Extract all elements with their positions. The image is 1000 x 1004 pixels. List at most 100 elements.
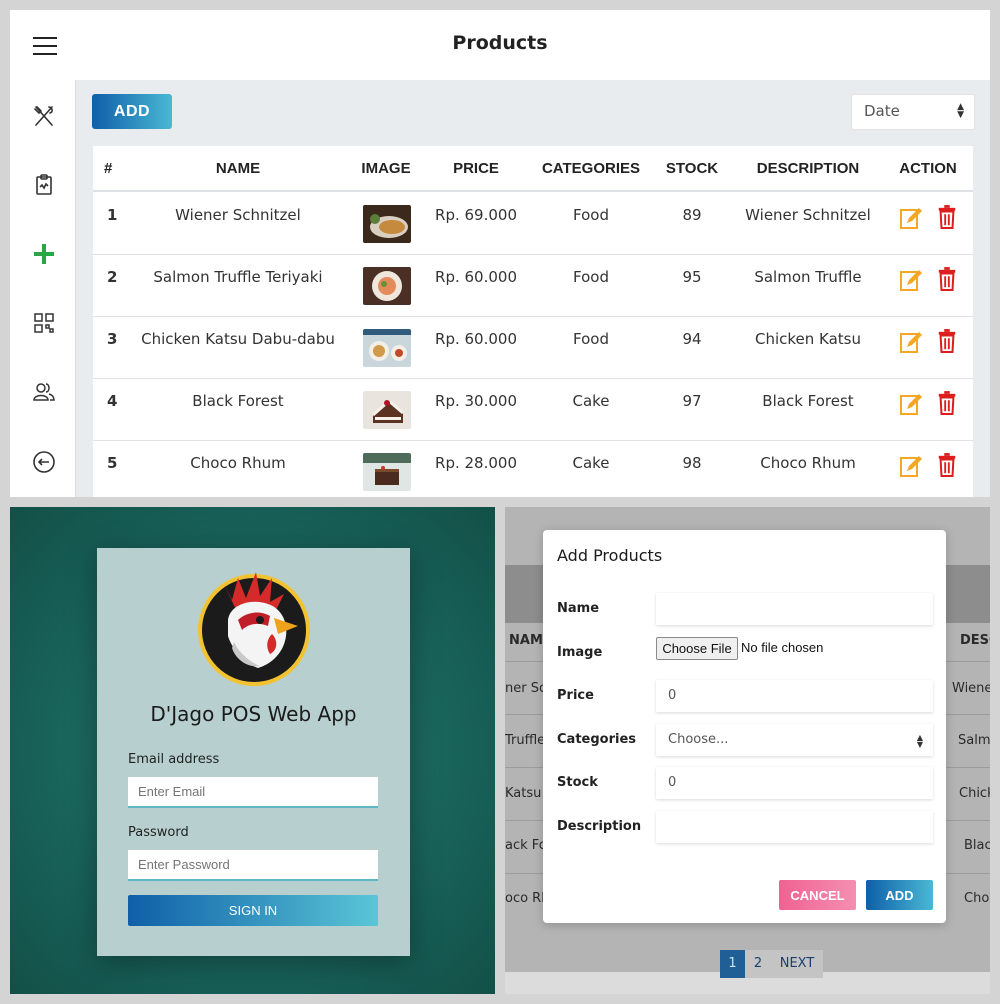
table-row: 3 Chicken Katsu Dabu-dabu Rp. 60.000 Foo… [93,317,973,379]
backdrop-cell: Wiene [952,681,990,696]
email-label: Email address [128,752,220,767]
logout-icon[interactable] [31,449,57,475]
row-number: 5 [107,454,118,472]
login-card: D'Jago POS Web App Email address Passwor… [97,548,410,956]
row-number: 4 [107,392,118,410]
edit-icon[interactable] [899,267,923,293]
sidebar [10,80,76,497]
delete-icon[interactable] [936,453,960,479]
email-field[interactable] [128,777,378,808]
product-name: Salmon Truffle Teriyaki [153,268,323,286]
sort-select[interactable]: Date ▲ ▼ [851,94,975,130]
backdrop-cell: Chick [959,786,990,801]
products-table: # NAME IMAGE PRICE CATEGORIES STOCK DESC… [93,146,973,497]
product-stock: 95 [682,268,702,286]
row-number: 3 [107,330,118,348]
page-2-button[interactable]: 2 [745,950,771,978]
product-image [363,391,411,429]
name-label: Name [557,601,600,616]
stock-value: 0 [668,775,677,790]
header-stock: STOCK [665,160,719,177]
choose-file-button[interactable]: Choose File [656,637,738,660]
header-image: IMAGE [361,160,411,177]
password-field[interactable] [128,850,378,881]
header-description: DESCRIPTION [756,160,860,177]
categories-value: Choose... [668,732,729,747]
description-label: Description [557,819,642,834]
product-image [363,267,411,305]
table-row: 4 Black Forest Rp. 30.000 Cake 97 Black … [93,379,973,441]
sort-select-value: Date [864,102,900,120]
product-description: Salmon Truffle [754,268,862,286]
backdrop-cell: Blac [964,838,990,853]
select-arrows-icon: ▲ ▼ [916,733,923,749]
select-arrows-icon: ▲ ▼ [957,102,964,120]
product-image [363,205,411,243]
product-category: Food [573,330,609,348]
app-title: D'Jago POS Web App [150,702,357,726]
product-price: Rp. 60.000 [435,330,517,348]
product-category: Food [573,268,609,286]
page-1-button[interactable]: 1 [720,950,745,978]
product-price: Rp. 69.000 [435,206,517,224]
product-stock: 97 [682,392,702,410]
clipboard-icon[interactable] [31,172,57,198]
header-price: PRICE [453,160,499,177]
product-name: Choco Rhum [190,454,286,472]
header-action: ACTION [899,160,957,177]
edit-icon[interactable] [899,205,923,231]
product-name: Wiener Schnitzel [175,206,301,224]
product-category: Cake [572,454,610,472]
product-image [363,453,411,491]
image-label: Image [557,645,603,660]
backdrop-desc-header: DESC [960,633,990,648]
add-button[interactable]: ADD [866,880,933,910]
add-product-button[interactable]: ADD [92,94,172,129]
stock-label: Stock [557,775,598,790]
product-description: Black Forest [762,392,854,410]
product-category: Food [573,206,609,224]
description-field[interactable] [656,811,933,843]
sign-in-button[interactable]: SIGN IN [128,895,378,926]
product-price: Rp. 30.000 [435,392,517,410]
page-title: Products [452,32,548,54]
top-bar: Products [10,10,990,80]
cancel-button[interactable]: CANCEL [779,880,856,910]
product-price: Rp. 60.000 [435,268,517,286]
header-categories: CATEGORIES [541,160,641,177]
edit-icon[interactable] [899,453,923,479]
plus-icon[interactable] [31,241,57,267]
price-value: 0 [668,688,677,703]
header-number: # [104,160,113,177]
product-category: Cake [572,392,610,410]
login-screen: D'Jago POS Web App Email address Passwor… [10,507,495,994]
products-screen: Products ADD Date ▲ ▼ # NAME IMAGE PRICE… [10,10,990,497]
grid-icon[interactable] [31,310,57,336]
name-field[interactable] [656,593,933,625]
rooster-logo [198,564,310,688]
backdrop-cell: Cho [964,891,990,906]
modal-title: Add Products [557,546,663,565]
delete-icon[interactable] [936,329,960,355]
product-image [363,329,411,367]
delete-icon[interactable] [936,267,960,293]
users-icon[interactable] [31,379,57,405]
price-field[interactable]: 0 [656,680,933,712]
backdrop-cell: Truffle [505,733,546,748]
header-name: NAME [215,160,261,177]
stock-field[interactable]: 0 [656,767,933,799]
product-stock: 98 [682,454,702,472]
table-row: 1 Wiener Schnitzel Rp. 69.000 Food 89 Wi… [93,193,973,255]
edit-icon[interactable] [899,391,923,417]
delete-icon[interactable] [936,391,960,417]
price-label: Price [557,688,594,703]
product-name: Black Forest [192,392,284,410]
next-page-button[interactable]: NEXT [771,950,823,978]
add-product-screen: NAME DESC ner Sch Wiene Truffle Salm Kat… [505,507,990,994]
delete-icon[interactable] [936,205,960,231]
edit-icon[interactable] [899,329,923,355]
product-description: Choco Rhum [760,454,856,472]
categories-select[interactable]: Choose... ▲ ▼ [656,724,933,756]
product-description: Wiener Schnitzel [745,206,871,224]
utensils-icon[interactable] [31,103,57,129]
